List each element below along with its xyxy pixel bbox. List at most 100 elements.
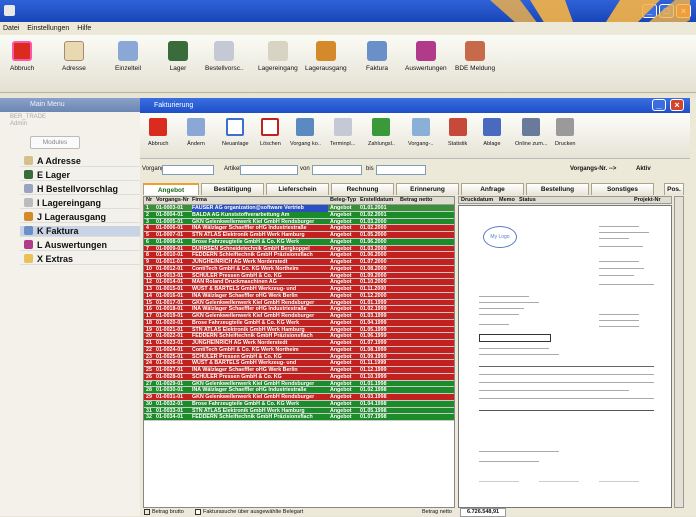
col-projekt-nr[interactable]: Projekt-Nr [634, 197, 661, 203]
inner-minimize-button[interactable]: _ [652, 99, 666, 111]
sidebar-item-extras[interactable]: X Extras [20, 254, 140, 265]
pos-button[interactable]: Pos. [664, 183, 684, 195]
toolbar-adresse-button[interactable]: Adresse [62, 41, 86, 72]
close-button[interactable]: × [676, 4, 691, 18]
online-button[interactable]: Online zum... [515, 118, 547, 147]
table-row[interactable]: 8 01-0010-01 FEDDERN Schleiftechnik GmbH P… [144, 252, 454, 259]
tab-lieferschein[interactable]: Lieferschein [266, 183, 329, 195]
sort-select[interactable]: Vorgangs-Nr. --> [570, 166, 616, 172]
table-row[interactable]: 4 01-0006-01 INA Wälzlager Schaeffler oHG … [144, 225, 454, 232]
table-row[interactable]: 11 01-0013-01 SCHULER Pressen GmbH & Co. K… [144, 272, 454, 280]
table-row[interactable]: 29 01-0031-01 GKN Gelenkwellenwerk Kiel Gm… [144, 394, 454, 401]
col-memo[interactable]: Memo [499, 197, 515, 203]
aendern-button[interactable]: Ändern [187, 118, 205, 147]
table-row[interactable]: 7 01-0009-01 DÜHRSEN Schneidetechnik GmbH … [144, 245, 454, 253]
table-row[interactable]: 16 01-0018-01 INA Wälzlager Schaeffler oHG… [144, 306, 454, 313]
von-date-input[interactable] [312, 165, 362, 175]
tab-bestaetigung[interactable]: Bestätigung [201, 183, 264, 195]
minimize-button[interactable]: _ [642, 4, 657, 18]
table-row[interactable]: 17 01-0019-01 GKN Gelenkwellenwerk Kiel Gm… [144, 313, 454, 320]
tab-erinnerung[interactable]: Erinnerung [396, 183, 459, 195]
table-row[interactable]: 1 01-0003-01 FAUSER AG organization@softwa… [144, 205, 454, 212]
table-row[interactable]: 32 01-0034-01 FEDDERN Schleiftechnik GmbH … [144, 414, 454, 421]
cell-vnr: 01-0006-01 [156, 225, 184, 232]
table-row[interactable]: 13 01-0015-01 WÜST & BARTELS GmbH Werkzeug… [144, 286, 454, 293]
sidebar-item-lager[interactable]: E Lager [20, 170, 140, 181]
drucken-button[interactable]: Drucken [555, 118, 575, 147]
table-row[interactable]: 22 01-0024-01 ContiTech GmbH & Co. KG Werk… [144, 346, 454, 354]
col-betrag-netto[interactable]: Betrag netto [400, 197, 432, 203]
menu-einstellungen[interactable]: Einstellungen [27, 25, 69, 32]
col-druckdatum[interactable]: Druckdatum [461, 197, 493, 203]
table-row[interactable]: 2 01-0004-01 BALDA AG Kunststoffverarbeitu… [144, 211, 454, 219]
table-row[interactable]: 25 01-0027-01 INA Wälzlager Schaeffler oHG… [144, 367, 454, 374]
tab-anfrage[interactable]: Anfrage [461, 183, 524, 195]
modules-button[interactable]: Modules [30, 136, 80, 149]
statistik-button[interactable]: Statistik [448, 118, 467, 147]
brutto-checkbox[interactable] [144, 509, 150, 515]
vertical-scrollbar[interactable] [674, 196, 684, 508]
menu-hilfe[interactable]: Hilfe [77, 25, 91, 32]
artikel-input[interactable] [240, 165, 298, 175]
toolbar-bde-button[interactable]: BDE Meldung [455, 41, 495, 72]
table-row[interactable]: 9 01-0011-01 JUNGHEINRICH AG Werk Norderst… [144, 259, 454, 266]
tab-rechnung[interactable]: Rechnung [331, 183, 394, 195]
bis-date-input[interactable] [376, 165, 426, 175]
col-nr[interactable]: Nr [146, 197, 152, 203]
menu-datei[interactable]: Datei [3, 25, 19, 32]
abbruch-button[interactable]: Abbruch [148, 118, 169, 147]
table-row[interactable]: 12 01-0014-01 MAN Roland Druckmaschinen AG… [144, 279, 454, 286]
table-row[interactable]: 24 01-0026-01 WÜST & BARTELS GmbH Werkzeug… [144, 360, 454, 367]
toolbar-lagereingang-button[interactable]: Lagereingang [258, 41, 298, 72]
maximize-button[interactable]: □ [659, 4, 674, 18]
vorgang-kopieren-button[interactable]: Vorgang ko.. [290, 118, 321, 147]
table-row[interactable]: 14 01-0016-01 INA Wälzlager Schaeffler oHG… [144, 292, 454, 300]
sidebar-item-lagereingang[interactable]: I Lagereingang [20, 198, 140, 209]
toolbar-lager-button[interactable]: Lager [168, 41, 188, 72]
terminplan-button[interactable]: Terminpl... [330, 118, 355, 147]
toolbar-bestellvorschlag-button[interactable]: Bestellvorsc.. [205, 41, 244, 72]
table-row[interactable]: 18 01-0020-01 Brose Fahrzeugteile GmbH & C… [144, 319, 454, 327]
table-row[interactable]: 10 01-0012-01 ContiTech GmbH & Co. KG Werk… [144, 265, 454, 273]
toolbar-faktura-button[interactable]: Faktura [366, 41, 388, 72]
table-row[interactable]: 19 01-0021-01 STN ATLAS Elektronik GmbH We… [144, 326, 454, 334]
sidebar-item-bestellvorschlag[interactable]: H Bestellvorschlag [20, 184, 140, 195]
loeschen-button[interactable]: Löschen [260, 118, 281, 147]
table-row[interactable]: 23 01-0025-01 SCHULER Pressen GmbH & Co. K… [144, 353, 454, 361]
table-row[interactable]: 5 01-0007-01 STN ATLAS Elektronik GmbH Wer… [144, 232, 454, 239]
status-select[interactable]: Aktiv [636, 166, 651, 172]
search-checkbox[interactable] [195, 509, 201, 515]
tab-angebot[interactable]: Angebot [143, 183, 199, 195]
vorgang-input[interactable] [162, 165, 214, 175]
col-firma[interactable]: Firma [192, 197, 207, 203]
tab-bestellung[interactable]: Bestellung [526, 183, 589, 195]
table-row[interactable]: 30 01-0032-01 Brose Fahrzeugteile GmbH & C… [144, 400, 454, 408]
sidebar-item-adresse[interactable]: A Adresse [20, 156, 140, 167]
tab-sonstiges[interactable]: Sonstiges [591, 183, 654, 195]
toolbar-abbruch-button[interactable]: Abbruch [10, 41, 34, 72]
sidebar-item-auswertungen[interactable]: L Auswertungen [20, 240, 140, 251]
inner-close-button[interactable]: × [670, 99, 684, 111]
col-status[interactable]: Status [519, 197, 536, 203]
zahlungslauf-button[interactable]: Zahlungsl.. [368, 118, 395, 147]
toolbar-lagerausgang-button[interactable]: Lagerausgang [305, 41, 347, 72]
neuanlage-button[interactable]: Neuanlage [222, 118, 249, 147]
table-row[interactable]: 31 01-0033-01 STN ATLAS Elektronik GmbH We… [144, 407, 454, 415]
sidebar-item-lagerausgang[interactable]: J Lagerausgang [20, 212, 140, 223]
sidebar-item-faktura[interactable]: K Faktura [20, 226, 140, 237]
col-vorgangs-nr[interactable]: Vorgangs-Nr [156, 197, 189, 203]
toolbar-auswertungen-button[interactable]: Auswertungen [405, 41, 447, 72]
table-row[interactable]: 20 01-0022-01 FEDDERN Schleiftechnik GmbH … [144, 333, 454, 340]
table-row[interactable]: 26 01-0028-01 SCHULER Pressen GmbH & Co. K… [144, 373, 454, 381]
table-row[interactable]: 21 01-0023-01 JUNGHEINRICH AG Werk Norders… [144, 340, 454, 347]
table-row[interactable]: 28 01-0030-01 INA Wälzlager Schaeffler oHG… [144, 387, 454, 394]
table-row[interactable]: 6 01-0008-01 Brose Fahrzeugteile GmbH & Co… [144, 238, 454, 246]
table-row[interactable]: 27 01-0029-01 GKN Gelenkwellenwerk Kiel Gm… [144, 380, 454, 388]
col-beleg-typ[interactable]: Beleg-Typ [330, 197, 356, 203]
table-row[interactable]: 3 01-0005-01 GKN Gelenkwellenwerk Kiel Gmb… [144, 218, 454, 226]
toolbar-einzelteil-button[interactable]: Einzelteil [115, 41, 141, 72]
col-erstelldatum[interactable]: Erstelldatum [360, 197, 393, 203]
ablage-button[interactable]: Ablage [483, 118, 501, 147]
table-row[interactable]: 15 01-0017-01 GKN Gelenkwellenwerk Kiel Gm… [144, 299, 454, 307]
vorgang-button[interactable]: Vorgang-.. [408, 118, 433, 147]
